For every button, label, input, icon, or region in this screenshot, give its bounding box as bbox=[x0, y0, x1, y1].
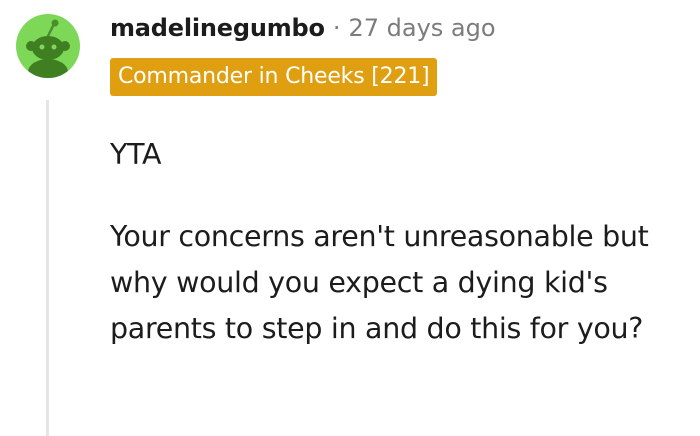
avatar[interactable] bbox=[16, 14, 80, 78]
reddit-snoo-icon bbox=[26, 19, 70, 78]
comment-header: madelinegumbo · 27 days ago bbox=[110, 8, 496, 48]
comment-paragraph: YTA bbox=[110, 138, 162, 171]
comment-timestamp[interactable]: 27 days ago bbox=[348, 14, 495, 42]
comment: madelinegumbo · 27 days ago Commander in… bbox=[0, 0, 700, 436]
comment-paragraph: Your concerns aren't unreasonable but wh… bbox=[110, 220, 649, 345]
thread-line[interactable] bbox=[46, 100, 49, 436]
comment-body: YTA Your concerns aren't unreasonable bu… bbox=[110, 132, 695, 352]
user-flair: Commander in Cheeks [221] bbox=[110, 58, 438, 96]
author-username[interactable]: madelinegumbo bbox=[110, 14, 325, 42]
meta-separator: · bbox=[332, 14, 341, 42]
